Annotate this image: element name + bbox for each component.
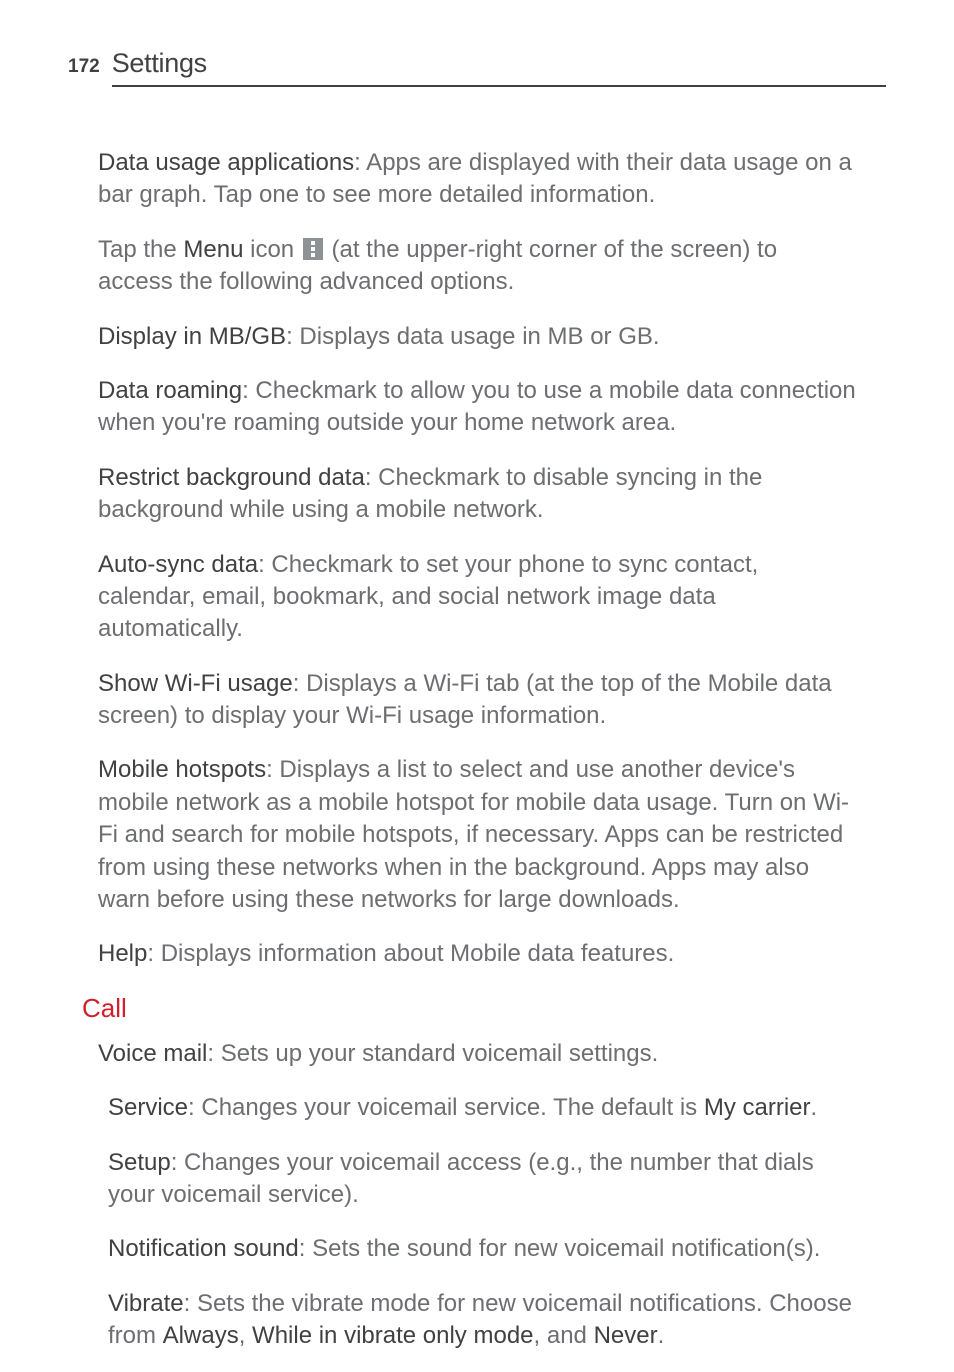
overflow-menu-icon bbox=[303, 238, 323, 260]
paragraph-text: . bbox=[658, 1322, 665, 1349]
paragraph-restrict-bg-data: Restrict background data: Checkmark to d… bbox=[98, 462, 856, 527]
term-label: Never bbox=[594, 1322, 658, 1349]
page-header: 172 Settings bbox=[0, 0, 954, 87]
paragraph-text: : Displays data usage in MB or GB. bbox=[286, 323, 660, 350]
paragraph-text: : Changes your voicemail service. The de… bbox=[188, 1094, 704, 1121]
term-label: Service bbox=[108, 1094, 188, 1121]
term-label: Data usage applications bbox=[98, 149, 354, 176]
paragraph-text: : Sets the sound for new voicemail notif… bbox=[299, 1235, 821, 1262]
paragraph-help: Help: Displays information about Mobile … bbox=[98, 938, 856, 970]
page-content: Data usage applications: Apps are displa… bbox=[0, 87, 954, 1353]
term-label: Setup bbox=[108, 1149, 171, 1176]
paragraph-text: , bbox=[239, 1322, 252, 1349]
paragraph-vibrate: Vibrate: Sets the vibrate mode for new v… bbox=[108, 1288, 856, 1353]
paragraph-menu-icon: Tap the Menu icon (at the upper-right co… bbox=[98, 234, 856, 299]
term-label: Display in MB/GB bbox=[98, 323, 286, 350]
term-label: My carrier bbox=[704, 1094, 811, 1121]
term-label: Mobile hotspots bbox=[98, 756, 266, 783]
paragraph-text: , and bbox=[534, 1322, 594, 1349]
term-label: Voice mail bbox=[98, 1040, 207, 1067]
paragraph-text: : Sets up your standard voicemail settin… bbox=[207, 1040, 658, 1067]
paragraph-auto-sync: Auto-sync data: Checkmark to set your ph… bbox=[98, 549, 856, 646]
term-label: Vibrate bbox=[108, 1290, 184, 1317]
term-label: Notification sound bbox=[108, 1235, 299, 1262]
term-label: Help bbox=[98, 940, 147, 967]
subsection-title-call: Call bbox=[82, 993, 856, 1024]
paragraph-voice-mail: Voice mail: Sets up your standard voicem… bbox=[98, 1038, 856, 1070]
term-label: Data roaming bbox=[98, 377, 242, 404]
paragraph-text: . bbox=[811, 1094, 818, 1121]
term-label: Restrict background data bbox=[98, 464, 365, 491]
section-title: Settings bbox=[112, 48, 886, 87]
paragraph-setup: Setup: Changes your voicemail access (e.… bbox=[108, 1147, 856, 1212]
paragraph-data-roaming: Data roaming: Checkmark to allow you to … bbox=[98, 375, 856, 440]
paragraph-notification-sound: Notification sound: Sets the sound for n… bbox=[108, 1233, 856, 1265]
paragraph-text: Tap the bbox=[98, 236, 183, 263]
page-number: 172 bbox=[68, 56, 100, 78]
paragraph-data-usage-apps: Data usage applications: Apps are displa… bbox=[98, 147, 856, 212]
paragraph-text: : Changes your voicemail access (e.g., t… bbox=[108, 1149, 814, 1208]
term-label: While in vibrate only mode bbox=[252, 1322, 533, 1349]
paragraph-text: : Displays information about Mobile data… bbox=[147, 940, 674, 967]
paragraph-wifi-usage: Show Wi-Fi usage: Displays a Wi-Fi tab (… bbox=[98, 668, 856, 733]
term-label: Menu bbox=[183, 236, 243, 263]
term-label: Always bbox=[163, 1322, 239, 1349]
term-label: Show Wi-Fi usage bbox=[98, 670, 293, 697]
paragraph-mobile-hotspots: Mobile hotspots: Displays a list to sele… bbox=[98, 754, 856, 916]
paragraph-service: Service: Changes your voicemail service.… bbox=[108, 1092, 856, 1124]
indented-block: Service: Changes your voicemail service.… bbox=[98, 1092, 856, 1352]
paragraph-display-mb-gb: Display in MB/GB: Displays data usage in… bbox=[98, 321, 856, 353]
paragraph-text: icon bbox=[243, 236, 300, 263]
term-label: Auto-sync data bbox=[98, 551, 258, 578]
